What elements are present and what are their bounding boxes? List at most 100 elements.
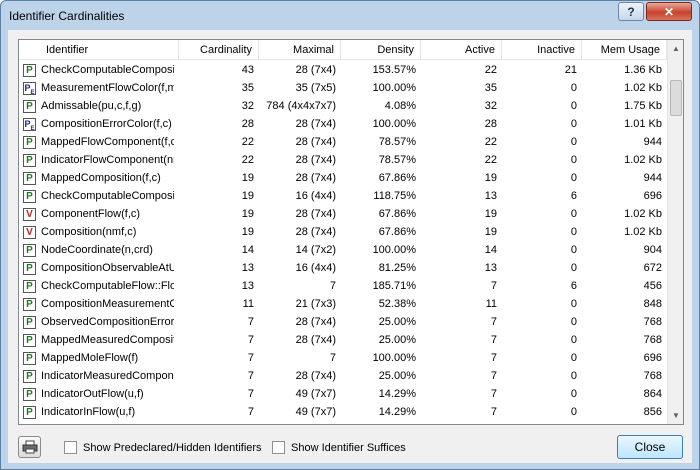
cell-identifier: P CheckComputableFlow::Flow(f) [19,277,179,295]
parameter-icon: P [23,243,36,257]
cell-cardinality: 7 [247,352,254,364]
vertical-scrollbar[interactable]: ▲ ▼ [667,40,683,424]
cell-inactive: 0 [570,388,577,400]
table-row[interactable]: P Admissable(pu,c,f,g) 32 784 (4x4x7x7) 4.08… [19,97,667,115]
identifier-text: CompositionObservableAtUnit(c,u) [41,262,174,274]
column-header-density[interactable]: Density [341,40,421,60]
cell-density: 67.86% [378,226,416,238]
cell-maximal: 28 (7x4) [295,172,336,184]
table-row[interactable]: V Composition(nmf,c) 19 28 (7x4) 67.86% 19 0 1.… [19,223,667,241]
table-row[interactable]: PENodeMap(u)77100.00%70568 [19,421,667,424]
column-header-active[interactable]: Active [421,40,502,60]
show-predeclared-box[interactable] [64,441,77,454]
cell-identifier: P Admissable(pu,c,f,g) [19,97,179,115]
cell-identifier: P CheckComputableComposition(f,c) [19,61,179,79]
parameter-icon: P [23,261,36,275]
parameter-icon: P [23,99,36,113]
column-header-cardinality[interactable]: Cardinality [179,40,259,60]
cell-maximal: 784 (4x4x7x7) [266,100,336,112]
column-header-inactive[interactable]: Inactive [502,40,582,60]
cell-mem-usage: 1.36 Kb [624,64,662,76]
table-row[interactable]: PE MeasurementFlowColor(f,mc) 35 35 (7x5) 10… [19,79,667,97]
cell-active: 22 [484,136,497,148]
print-button[interactable] [18,436,41,458]
cell-density: 25.00% [378,334,416,346]
column-header-identifier[interactable]: Identifier [19,40,179,60]
table-row[interactable]: P IndicatorMeasuredComponent(f,c) 7 28 (7x4… [19,367,667,385]
cell-inactive: 0 [570,334,577,346]
cell-density: 185.71% [372,280,416,292]
cell-inactive: 0 [570,406,577,418]
table-row[interactable]: P NodeCoordinate(n,crd) 14 14 (7x2) 100.00% 1… [19,241,667,259]
cell-density: 4.08% [384,100,416,112]
parameter-icon: P [23,405,36,419]
cell-density: 100.00% [372,244,416,256]
cell-mem-usage: 1.75 Kb [624,100,662,112]
cell-cardinality: 7 [179,421,259,424]
scroll-down-icon[interactable]: ▼ [668,407,683,424]
cell-mem-usage: 696 [643,190,662,202]
show-predeclared-checkbox[interactable]: Show Predeclared/Hidden Identifiers [64,441,262,454]
scroll-up-icon[interactable]: ▲ [668,40,683,57]
cell-density: 153.57% [372,64,416,76]
cell-cardinality: 19 [241,172,254,184]
help-button[interactable]: ? [618,2,644,21]
identifier-text: CompositionMeasurementColor(f,c) [41,298,174,310]
cell-active: 7 [490,316,497,328]
cell-identifier: P IndicatorFlowComponent(nmf,c) [19,151,179,169]
table-row[interactable]: P CompositionObservableAtUnit(c,u) 13 16 (4… [19,259,667,277]
show-suffices-box[interactable] [272,441,285,454]
table-row[interactable]: P IndicatorInFlow(u,f) 7 49 (7x7) 14.29% 7 0 85… [19,403,667,421]
title-bar: Identifier Cardinalities ? ✕ [1,1,699,31]
cell-inactive: 0 [570,370,577,382]
cell-density: 67.86% [378,172,416,184]
cell-cardinality: 19 [241,190,254,202]
parameter-icon: P [23,153,36,167]
identifier-text: ObservedCompositionError(f,c) [41,316,174,328]
show-suffices-checkbox[interactable]: Show Identifier Suffices [272,441,406,454]
table-row[interactable]: P CheckComputableComposition(f,c) 43 28 (7x… [19,61,667,79]
table-row[interactable]: P ObservedCompositionError(f,c) 7 28 (7x4) 2… [19,313,667,331]
cell-inactive: 0 [570,262,577,274]
cell-active: 7 [421,421,502,424]
column-header-maximal[interactable]: Maximal [259,40,341,60]
cell-mem-usage: 1.01 Kb [624,118,662,130]
table-row[interactable]: P IndicatorOutFlow(u,f) 7 49 (7x7) 14.29% 7 0 8… [19,385,667,403]
table-row[interactable]: P MappedMoleFlow(f) 7 7 100.00% 7 0 696 [19,349,667,367]
cardinality-table[interactable]: Identifier Cardinality Maximal Density A… [18,39,684,425]
table-row[interactable]: P MappedComposition(f,c) 19 28 (7x4) 67.86% 1… [19,169,667,187]
column-header-mem-usage[interactable]: Mem Usage [582,40,667,60]
cell-identifier: P MappedMeasuredComposition(f,c) [19,331,179,349]
cell-active: 19 [484,226,497,238]
cell-identifier: P IndicatorInFlow(u,f) [19,403,179,421]
cell-maximal: 28 (7x4) [295,226,336,238]
cell-active: 13 [484,190,497,202]
cell-identifier: P MappedComposition(f,c) [19,169,179,187]
table-row[interactable]: P MappedFlowComponent(f,c) 22 28 (7x4) 78.57… [19,133,667,151]
table-row[interactable]: P CompositionMeasurementColor(f,c) 11 21 (7… [19,295,667,313]
cell-identifier: P MappedMoleFlow(f) [19,349,179,367]
cell-cardinality: 13 [241,280,254,292]
table-row[interactable]: P CheckComputableFlow::Flow(f) 13 7 185.71% 7… [19,277,667,295]
table-row[interactable]: PE CompositionErrorColor(f,c) 28 28 (7x4) 10… [19,115,667,133]
table-row[interactable]: P CheckComputableComposition(c,cr) 19 16 (4… [19,187,667,205]
parameter-icon: P [23,63,36,77]
cell-density: 81.25% [378,262,416,274]
table-row[interactable]: P IndicatorFlowComponent(nmf,c) 22 28 (7x4)… [19,151,667,169]
cell-identifier: PE NodeMap(u) [19,421,179,424]
identifier-text: ComponentFlow(f,c) [41,208,141,220]
cell-maximal: 28 (7x4) [295,208,336,220]
cell-inactive: 0 [570,244,577,256]
table-row[interactable]: V ComponentFlow(f,c) 19 28 (7x4) 67.86% 19 0 1.… [19,205,667,223]
cell-cardinality: 7 [247,334,254,346]
cell-mem-usage: 944 [643,136,662,148]
cell-maximal: 28 (7x4) [295,118,336,130]
identifier-text: IndicatorMeasuredComponent(f,c) [41,370,174,382]
table-row[interactable]: P MappedMeasuredComposition(f,c) 7 28 (7x4)… [19,331,667,349]
cell-active: 7 [490,388,497,400]
window-close-button[interactable]: ✕ [646,2,692,21]
close-button[interactable]: Close [617,435,683,459]
scrollbar-thumb[interactable] [670,80,682,116]
cell-identifier: P IndicatorMeasuredComponent(f,c) [19,367,179,385]
cell-cardinality: 32 [241,100,254,112]
